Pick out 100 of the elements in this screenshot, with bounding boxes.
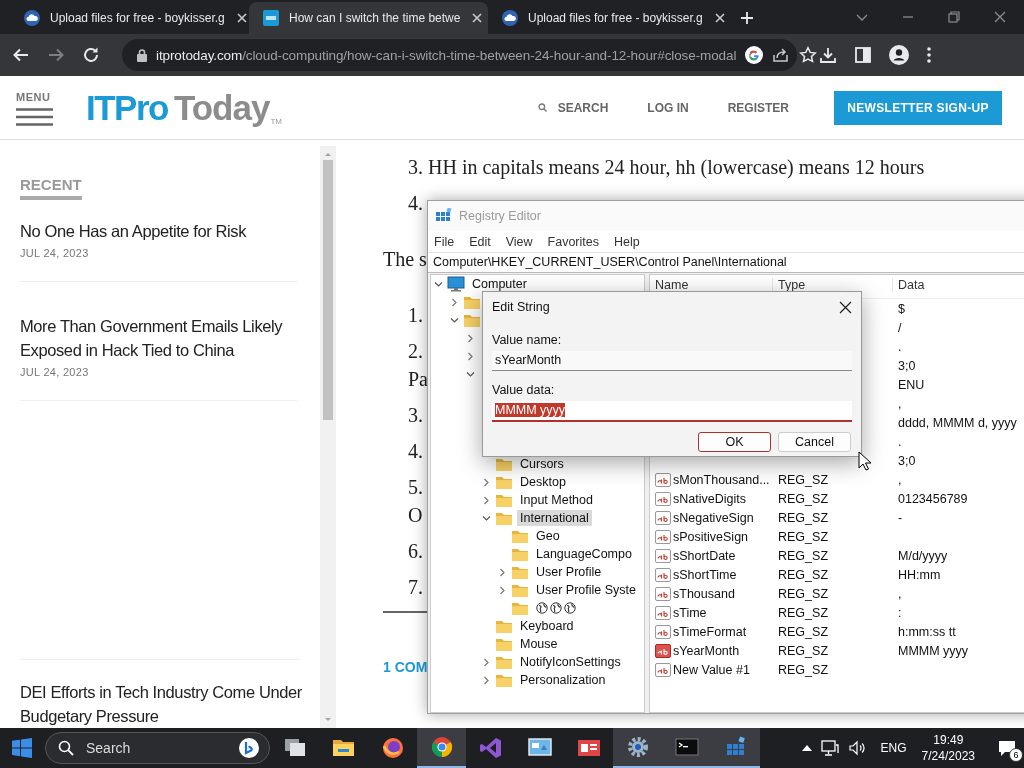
nav-link[interactable]: LOG IN — [647, 100, 689, 115]
caret-up-icon[interactable] — [801, 745, 812, 751]
value-name-field[interactable]: sYearMonth — [492, 351, 852, 371]
column-header[interactable]: Data — [893, 278, 1024, 292]
globe-icon[interactable] — [564, 602, 576, 614]
windows-icon[interactable] — [12, 738, 32, 758]
tree-item[interactable]: Computer — [469, 276, 530, 292]
back-arrow-icon[interactable] — [12, 46, 30, 64]
value-data-field[interactable]: MMMM yyyy — [492, 401, 852, 422]
star-icon[interactable] — [799, 46, 818, 64]
tree-item[interactable]: International — [517, 510, 592, 526]
browser-tab[interactable]: How can I switch the time betwe — [249, 2, 488, 34]
trademark-mark: TM — [270, 116, 282, 126]
nav-link[interactable]: REGISTER — [727, 100, 789, 115]
value-name[interactable]: sNegativeSign — [673, 510, 754, 525]
tree-item[interactable]: Mouse — [517, 636, 561, 652]
menu-item[interactable]: Help — [614, 234, 640, 249]
close-icon[interactable] — [839, 300, 852, 314]
chevron-right-icon[interactable] — [482, 495, 491, 505]
notification-icon[interactable] — [998, 739, 1016, 757]
share-icon[interactable] — [772, 46, 791, 64]
scrollbar[interactable] — [320, 146, 336, 728]
cancel-button[interactable]: Cancel — [778, 432, 851, 452]
forward-arrow-icon[interactable] — [47, 46, 65, 64]
value-name[interactable]: sTimeFormat — [673, 624, 747, 639]
chevron-down-icon[interactable] — [482, 513, 491, 523]
menu-icon[interactable] — [16, 108, 53, 126]
close-icon[interactable] — [470, 11, 485, 25]
reload-icon[interactable] — [82, 46, 100, 64]
chevron-down-icon[interactable] — [466, 369, 475, 379]
value-name[interactable]: sYearMonth — [673, 643, 740, 658]
article-link[interactable]: DEI Efforts in Tech Industry Come Under Budgetary Pressure — [20, 680, 310, 728]
value-name[interactable]: sThousand — [673, 586, 735, 601]
chevron-right-icon[interactable] — [482, 477, 491, 487]
globe-icon[interactable] — [550, 602, 562, 614]
browser-tab[interactable]: Upload files for free - boykisser.g — [488, 2, 727, 34]
restore-icon[interactable] — [947, 10, 961, 24]
terminal-icon[interactable] — [674, 735, 699, 759]
search-box[interactable]: Search — [45, 732, 270, 764]
tree-item[interactable]: Personalization — [517, 672, 609, 688]
speaker-icon[interactable] — [847, 739, 866, 757]
assistant-icon[interactable] — [239, 738, 259, 758]
chevron-down-icon[interactable] — [434, 279, 443, 289]
value-type: REG_SZ — [778, 529, 828, 544]
menu-item[interactable]: File — [434, 234, 455, 249]
address-field[interactable]: Computer\HKEY_CURRENT_USER\Control Panel\International — [428, 252, 1024, 273]
article-link[interactable]: More Than Government Emails Likely Exposed in Hack Tied to China — [20, 314, 297, 362]
tree-item[interactable]: User Profile — [533, 564, 605, 580]
browser-tab[interactable]: Upload files for free - boykisser.g — [10, 2, 249, 34]
tree-item[interactable]: NotifyIconSettings — [517, 654, 624, 670]
chevron-right-icon[interactable] — [466, 333, 475, 343]
value-name[interactable]: sNativeDigits — [673, 491, 746, 506]
chevron-down-icon[interactable] — [450, 315, 459, 325]
clock-time[interactable]: 19:49 — [933, 732, 964, 748]
ok-button[interactable]: OK — [698, 432, 771, 452]
clock-date[interactable]: 7/24/2023 — [921, 748, 975, 764]
tree-item[interactable]: Geo — [533, 528, 563, 544]
tree-item[interactable]: Input Method — [517, 492, 596, 508]
tree-item[interactable]: User Profile Syste — [533, 582, 640, 598]
close-icon[interactable] — [234, 11, 249, 25]
profile-icon[interactable] — [889, 45, 909, 65]
plus-icon[interactable] — [739, 10, 755, 26]
download-icon[interactable] — [819, 46, 837, 64]
browser-icon[interactable] — [429, 735, 454, 759]
tree-item[interactable] — [536, 602, 576, 614]
network-icon[interactable] — [820, 739, 839, 757]
value-name[interactable]: sTime — [673, 605, 707, 620]
taskbar-button[interactable] — [613, 728, 662, 768]
browser-icon[interactable] — [380, 736, 405, 760]
article-link[interactable]: No One Has an Appetite for Risk — [20, 219, 297, 243]
menu-label[interactable]: MENU — [16, 91, 53, 103]
more-menu-icon[interactable] — [926, 46, 932, 64]
menu-item[interactable]: Favorites — [547, 234, 599, 249]
language-indicator[interactable]: ENG — [880, 741, 907, 755]
chevron-right-icon[interactable] — [450, 297, 459, 307]
taskbar-button[interactable] — [711, 728, 760, 768]
value-name[interactable]: sShortDate — [673, 548, 736, 563]
taskbar-button[interactable] — [417, 728, 466, 768]
chevron-right-icon[interactable] — [498, 567, 507, 577]
chevron-right-icon[interactable] — [466, 351, 475, 361]
chevron-right-icon[interactable] — [498, 585, 507, 595]
value-name[interactable]: sPositiveSign — [673, 529, 749, 544]
menu-item[interactable]: Edit — [469, 234, 491, 249]
menu-item[interactable]: View — [505, 234, 533, 249]
search-link[interactable]: SEARCH — [537, 100, 609, 115]
chevron-right-icon[interactable] — [482, 675, 491, 685]
tree-item[interactable]: Desktop — [517, 474, 569, 490]
globe-icon[interactable] — [536, 602, 548, 614]
value-name[interactable]: New Value #1 — [673, 662, 750, 677]
google-icon[interactable] — [745, 46, 764, 64]
chevron-right-icon[interactable] — [482, 657, 491, 667]
value-name[interactable]: sMonThousand... — [673, 472, 770, 487]
tree-item[interactable]: LanguageCompo — [533, 546, 635, 562]
settings-icon[interactable] — [625, 735, 650, 759]
ribbon-icon[interactable] — [478, 736, 503, 760]
sidebar-icon[interactable] — [854, 46, 872, 64]
tree-item[interactable]: Keyboard — [517, 618, 577, 634]
value-name[interactable]: sShortTime — [673, 567, 737, 582]
tree-item[interactable]: Cursors — [517, 456, 567, 472]
close-icon[interactable] — [712, 11, 727, 25]
